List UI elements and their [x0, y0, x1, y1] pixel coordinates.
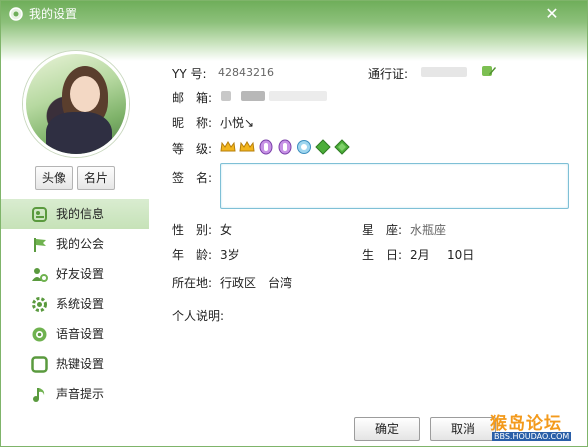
sidebar-item-label: 我的信息 — [56, 207, 105, 221]
pass-label: 通行证: — [368, 67, 409, 81]
gear-icon — [32, 297, 47, 312]
star-badge-icon — [315, 139, 331, 155]
ok-button[interactable]: 确定 — [354, 417, 420, 441]
age-label: 年 龄: — [172, 248, 213, 262]
location-label: 所在地: — [172, 276, 213, 290]
birthday-day: 10日 — [447, 248, 475, 262]
sidebar-item-label: 语音设置 — [56, 327, 105, 341]
music-note-icon — [33, 388, 45, 402]
signature-input[interactable] — [220, 163, 569, 209]
gender-label: 性 别: — [172, 223, 213, 237]
settings-gear-icon — [9, 7, 23, 21]
crown-icon — [220, 141, 236, 152]
watermark-title: 猴岛论坛 — [490, 414, 562, 434]
sidebar-nav: 我的信息 我的公会 好友设置 系统设置 语音设置 热键设置 声音提示 — [1, 199, 149, 409]
watermark-url: BBS.HOUDAO.COM — [492, 432, 572, 441]
sidebar-item-label: 好友设置 — [56, 267, 105, 281]
level-label: 等 级: — [172, 142, 213, 156]
email-label: 邮 箱: — [172, 91, 213, 105]
sidebar-item-my-info[interactable]: 我的信息 — [1, 199, 149, 229]
level-badges — [220, 139, 350, 155]
sun-badge-icon — [278, 139, 292, 155]
keyboard-icon — [31, 356, 48, 373]
nick-label: 昵 称: — [172, 116, 213, 130]
sun-badge-icon — [259, 139, 273, 155]
sidebar-item-label: 我的公会 — [56, 237, 105, 251]
speaker-icon — [32, 327, 47, 342]
friend-gear-icon — [32, 268, 48, 282]
close-button[interactable]: ✕ — [543, 5, 561, 23]
star-label: 星 座: — [362, 223, 403, 237]
edit-pass-icon[interactable] — [481, 64, 497, 78]
pass-value-redacted — [421, 67, 467, 77]
cancel-button[interactable]: 取消 — [430, 417, 496, 441]
settings-window: 我的设置 ✕ 头像 名片 我的信息 我的公会 好友设置 系统设置 语音设置 热键… — [0, 0, 588, 447]
location-value: 行政区 台湾 — [220, 276, 293, 290]
window-title: 我的设置 — [29, 7, 78, 21]
crown-icon — [239, 141, 255, 152]
flag-icon — [34, 238, 46, 252]
description-label: 个人说明: — [172, 309, 225, 323]
sign-label: 签 名: — [172, 171, 213, 185]
yy-label: YY 号: — [172, 67, 207, 81]
card-button[interactable]: 名片 — [77, 166, 115, 190]
sidebar-item-system-settings[interactable]: 系统设置 — [1, 289, 149, 319]
age-value: 3岁 — [220, 248, 240, 262]
forum-watermark: 猴岛论坛 BBS.HOUDAO.COM — [490, 409, 586, 445]
nick-value: 小悦↘ — [220, 116, 255, 130]
sidebar-item-friend-settings[interactable]: 好友设置 — [1, 259, 149, 289]
sidebar-item-voice-settings[interactable]: 语音设置 — [1, 319, 149, 349]
sidebar-item-my-guild[interactable]: 我的公会 — [1, 229, 149, 259]
gender-value: 女 — [220, 223, 233, 237]
sidebar-item-hotkey-settings[interactable]: 热键设置 — [1, 349, 149, 379]
close-icon: ✕ — [545, 4, 559, 23]
star-badge-icon — [334, 139, 350, 155]
birthday-month: 2月 — [410, 248, 430, 262]
moon-badge-icon — [297, 140, 311, 154]
sidebar-item-label: 系统设置 — [56, 297, 105, 311]
birthday-label: 生 日: — [362, 248, 403, 262]
sidebar-item-sound-alerts[interactable]: 声音提示 — [1, 379, 149, 409]
avatar[interactable] — [23, 51, 129, 157]
avatar-button[interactable]: 头像 — [35, 166, 73, 190]
yy-value: 42843216 — [218, 66, 274, 79]
email-redacted — [221, 91, 231, 101]
sidebar-item-label: 热键设置 — [56, 357, 105, 371]
sidebar-item-label: 声音提示 — [56, 387, 105, 401]
star-value: 水瓶座 — [410, 223, 447, 237]
profile-card-icon — [32, 207, 47, 222]
